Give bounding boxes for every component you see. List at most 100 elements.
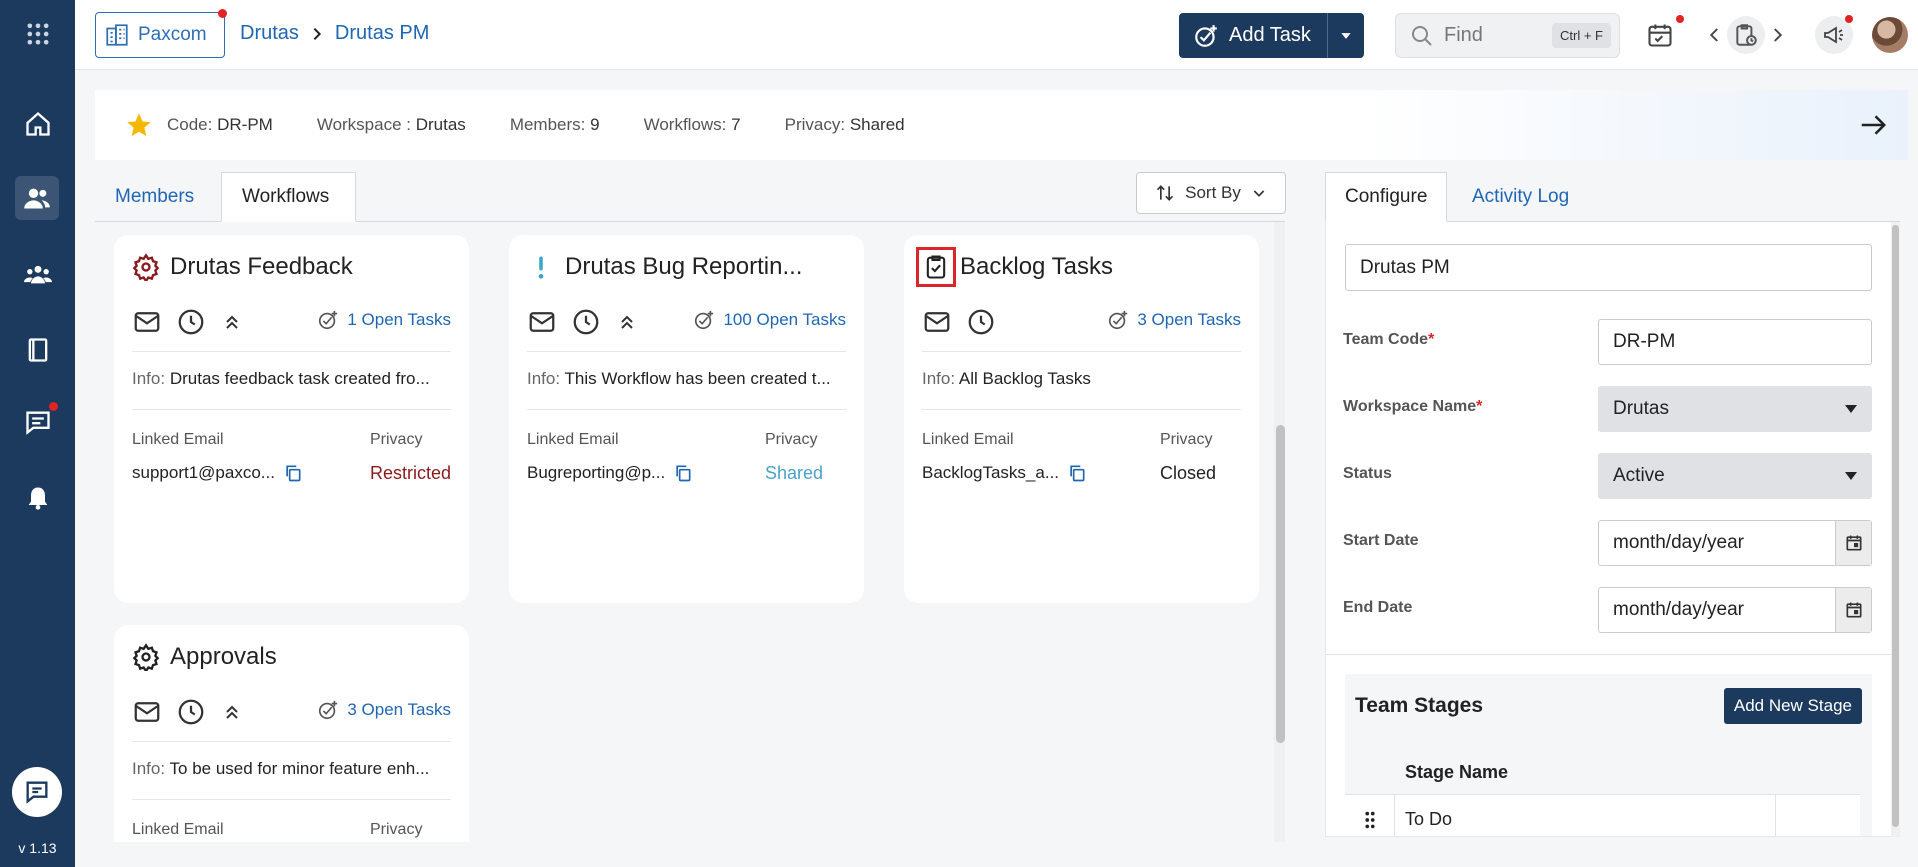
star-icon[interactable]	[125, 111, 153, 139]
team-code-input[interactable]: DR-PM	[1598, 319, 1872, 365]
user-avatar[interactable]	[1872, 17, 1908, 53]
open-tasks-link[interactable]: 3 Open Tasks	[317, 699, 451, 721]
card-divider	[527, 409, 846, 410]
workflow-title: Drutas Bug Reportin...	[527, 253, 802, 281]
caret-down-icon	[1341, 32, 1351, 39]
exclamation-icon	[538, 256, 544, 279]
tab-members[interactable]: Members	[95, 172, 214, 222]
clock-icon[interactable]	[966, 307, 996, 337]
task-add-icon	[1195, 24, 1217, 47]
gear-icon	[132, 643, 160, 671]
team-name-input[interactable]: Drutas PM	[1345, 244, 1872, 291]
org-notification-dot	[218, 9, 227, 18]
chevron-left-icon[interactable]	[1705, 16, 1725, 54]
team-privacy: Privacy: Shared	[784, 115, 905, 134]
team-workspace: Workspace : Drutas	[316, 115, 466, 134]
workflow-info: Info: Drutas feedback task created fro..…	[132, 369, 430, 388]
org-label: Paxcom	[138, 24, 207, 45]
start-date-input[interactable]: month/day/year	[1598, 520, 1872, 566]
groups-icon[interactable]	[0, 254, 75, 294]
privacy-label: Privacy	[370, 431, 423, 448]
add-new-stage-button[interactable]: Add New Stage	[1723, 688, 1862, 724]
linked-email: BacklogTasks_a...	[922, 463, 1087, 483]
arrow-right-icon[interactable]	[1858, 110, 1888, 140]
card-divider	[132, 799, 451, 800]
apps-grid-icon[interactable]	[0, 14, 75, 54]
priority-up-icon[interactable]	[220, 700, 244, 724]
book-icon[interactable]	[0, 330, 75, 370]
workflows-scroll-thumb[interactable]	[1276, 425, 1285, 743]
stage-row[interactable]: To Do	[1345, 794, 1860, 836]
privacy-label: Privacy	[1160, 431, 1213, 448]
workflow-action-icons	[922, 307, 996, 337]
teams-icon[interactable]	[15, 176, 59, 220]
copy-icon[interactable]	[1067, 463, 1087, 483]
team-code-label: Team Code*	[1343, 331, 1435, 348]
team-workflows-count: Workflows: 7	[643, 115, 741, 134]
priority-up-icon[interactable]	[615, 310, 639, 334]
workspace-name-select[interactable]: Drutas	[1598, 386, 1872, 432]
messages-icon[interactable]	[0, 402, 75, 442]
tab-configure[interactable]: Configure	[1325, 172, 1448, 222]
sort-by-button[interactable]: Sort By	[1136, 172, 1286, 214]
team-members-count: Members: 9	[509, 115, 600, 134]
calendar-icon[interactable]	[1835, 588, 1871, 632]
add-task-dropdown[interactable]	[1327, 13, 1364, 58]
sort-arrows-icon	[1157, 185, 1174, 201]
workflow-info: Info: To be used for minor feature enh..…	[132, 759, 430, 778]
task-add-icon	[319, 700, 338, 720]
clock-icon[interactable]	[571, 307, 601, 337]
clipboard-history-icon[interactable]	[1727, 16, 1765, 54]
workflow-card[interactable]: Drutas Feedback 1 Open Tasks Info: Druta…	[114, 235, 469, 603]
task-add-icon	[1109, 310, 1128, 330]
alerts-icon[interactable]	[0, 478, 75, 518]
section-divider	[1326, 654, 1899, 655]
open-tasks-link[interactable]: 3 Open Tasks	[1107, 309, 1241, 331]
privacy-label: Privacy	[370, 821, 423, 838]
end-date-input[interactable]: month/day/year	[1598, 587, 1872, 633]
copy-icon[interactable]	[283, 463, 303, 483]
open-tasks-link[interactable]: 1 Open Tasks	[317, 309, 451, 331]
priority-up-icon[interactable]	[220, 310, 244, 334]
clock-icon[interactable]	[176, 307, 206, 337]
workflow-card[interactable]: Backlog Tasks 3 Open Tasks Info: All Bac…	[904, 235, 1259, 603]
tab-workflows[interactable]: Workflows	[221, 172, 356, 222]
privacy-value: Restricted	[370, 463, 452, 483]
breadcrumb-workspace[interactable]: Drutas	[240, 22, 299, 45]
chevron-right-icon[interactable]	[1767, 16, 1787, 54]
workflow-action-icons	[132, 307, 244, 337]
configure-scroll-thumb[interactable]	[1892, 225, 1899, 827]
org-switcher-button[interactable]: Paxcom	[95, 12, 225, 58]
find-search-box[interactable]: Find Ctrl + F	[1395, 13, 1620, 58]
workflow-title: Backlog Tasks	[916, 247, 1113, 287]
mail-icon[interactable]	[132, 307, 162, 337]
clock-icon[interactable]	[176, 697, 206, 727]
add-task-button[interactable]: Add Task	[1179, 13, 1327, 58]
workflow-card[interactable]: Drutas Bug Reportin... 100 Open Tasks In…	[509, 235, 864, 603]
mail-icon[interactable]	[527, 307, 557, 337]
calendar-icon[interactable]	[1835, 521, 1871, 565]
status-select[interactable]: Active	[1598, 453, 1872, 499]
workflow-card[interactable]: Approvals 3 Open Tasks Info: To be used …	[114, 625, 469, 842]
clipboard-check-icon[interactable]	[916, 247, 956, 287]
drag-handle-icon[interactable]	[1345, 795, 1395, 836]
copy-icon[interactable]	[673, 463, 693, 483]
stage-name-header: Stage Name	[1405, 762, 1509, 782]
linked-email-label: Linked Email	[922, 431, 1014, 448]
open-tasks-link[interactable]: 100 Open Tasks	[693, 309, 846, 331]
mail-icon[interactable]	[922, 307, 952, 337]
calendar-tasks-icon[interactable]	[1643, 16, 1677, 54]
app-version: v 1.13	[18, 840, 57, 856]
task-add-icon	[695, 310, 714, 330]
home-icon[interactable]	[0, 104, 75, 144]
messages-badge	[49, 402, 58, 411]
sidebar: v 1.13	[0, 0, 75, 867]
breadcrumb-team[interactable]: Drutas PM	[335, 22, 429, 45]
team-code: Code: DR-PM	[167, 115, 273, 134]
tab-activity-log[interactable]: Activity Log	[1453, 172, 1588, 222]
workflow-info: Info: All Backlog Tasks	[922, 369, 1091, 388]
card-divider	[922, 409, 1241, 410]
mail-icon[interactable]	[132, 697, 162, 727]
support-chat-button[interactable]	[12, 767, 62, 817]
workspace-name-label: Workspace Name*	[1343, 398, 1483, 415]
